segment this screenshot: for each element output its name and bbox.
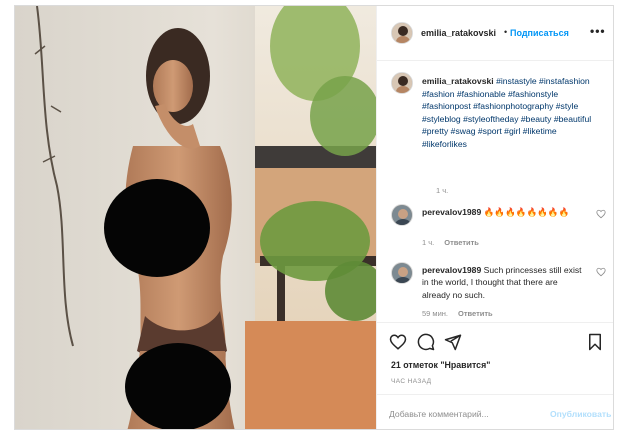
publish-button[interactable]: Опубликовать — [550, 409, 611, 419]
comment-username[interactable]: perevalov1989 — [422, 265, 481, 275]
comment-text: 🔥🔥🔥🔥🔥🔥🔥🔥 — [483, 207, 570, 217]
commenter-avatar[interactable] — [391, 262, 413, 284]
post-side-panel: emilia_ratakovski • Подписаться ••• emil… — [376, 6, 613, 429]
author-avatar[interactable] — [391, 22, 413, 44]
avatar-image — [392, 73, 412, 93]
post-timestamp: ЧАС НАЗАД — [391, 378, 432, 385]
likes-count[interactable]: 21 отметок "Нравится" — [391, 360, 490, 370]
header-separator: • — [504, 27, 508, 37]
caption-avatar[interactable] — [391, 72, 413, 94]
heart-icon[interactable] — [596, 209, 606, 219]
post-photo-image — [15, 6, 376, 429]
reply-button[interactable]: Ответить — [444, 238, 479, 247]
caption-text: emilia_ratakovski #instastyle #instafash… — [422, 75, 600, 151]
comment-username[interactable]: perevalov1989 — [422, 207, 481, 217]
share-icon[interactable] — [444, 333, 462, 351]
follow-button[interactable]: Подписаться — [510, 28, 569, 38]
comment-meta: 59 мин. Ответить — [422, 309, 493, 318]
author-username[interactable]: emilia_ratakovski — [421, 28, 496, 38]
avatar-image — [392, 263, 412, 283]
comments-list[interactable]: emilia_ratakovski #instastyle #instafash… — [377, 62, 613, 322]
post-header: emilia_ratakovski • Подписаться ••• — [377, 6, 613, 61]
commenter-avatar[interactable] — [391, 204, 413, 226]
comment-icon[interactable] — [417, 333, 435, 351]
heart-icon[interactable] — [389, 333, 407, 351]
post-photo[interactable] — [15, 6, 376, 429]
caption-hashtags[interactable]: #instastyle #instafashion #fashion #fash… — [422, 76, 591, 149]
comment-item: perevalov1989 Such princesses still exis… — [391, 262, 613, 322]
comment-body: perevalov1989 Such princesses still exis… — [422, 264, 582, 301]
bookmark-icon[interactable] — [586, 333, 604, 351]
instagram-post: emilia_ratakovski • Подписаться ••• emil… — [14, 5, 614, 430]
add-comment-bar: Опубликовать — [377, 394, 613, 429]
comment-timestamp: 1 ч. — [422, 238, 435, 247]
comment-timestamp: 59 мин. — [422, 309, 448, 318]
heart-icon[interactable] — [596, 267, 606, 277]
avatar-image — [392, 205, 412, 225]
caption-timestamp: 1 ч. — [436, 186, 449, 195]
more-options-button[interactable]: ••• — [590, 24, 606, 38]
reply-button[interactable]: Ответить — [458, 309, 493, 318]
comment-input[interactable] — [389, 406, 539, 422]
comment-item: perevalov1989 🔥🔥🔥🔥🔥🔥🔥🔥 1 ч. Ответить — [391, 204, 613, 250]
comment-body: perevalov1989 🔥🔥🔥🔥🔥🔥🔥🔥 — [422, 206, 582, 218]
comment-meta: 1 ч. Ответить — [422, 238, 479, 247]
post-actions: 21 отметок "Нравится" ЧАС НАЗАД — [377, 322, 613, 397]
caption-username[interactable]: emilia_ratakovski — [422, 76, 494, 86]
avatar-image — [392, 23, 412, 43]
